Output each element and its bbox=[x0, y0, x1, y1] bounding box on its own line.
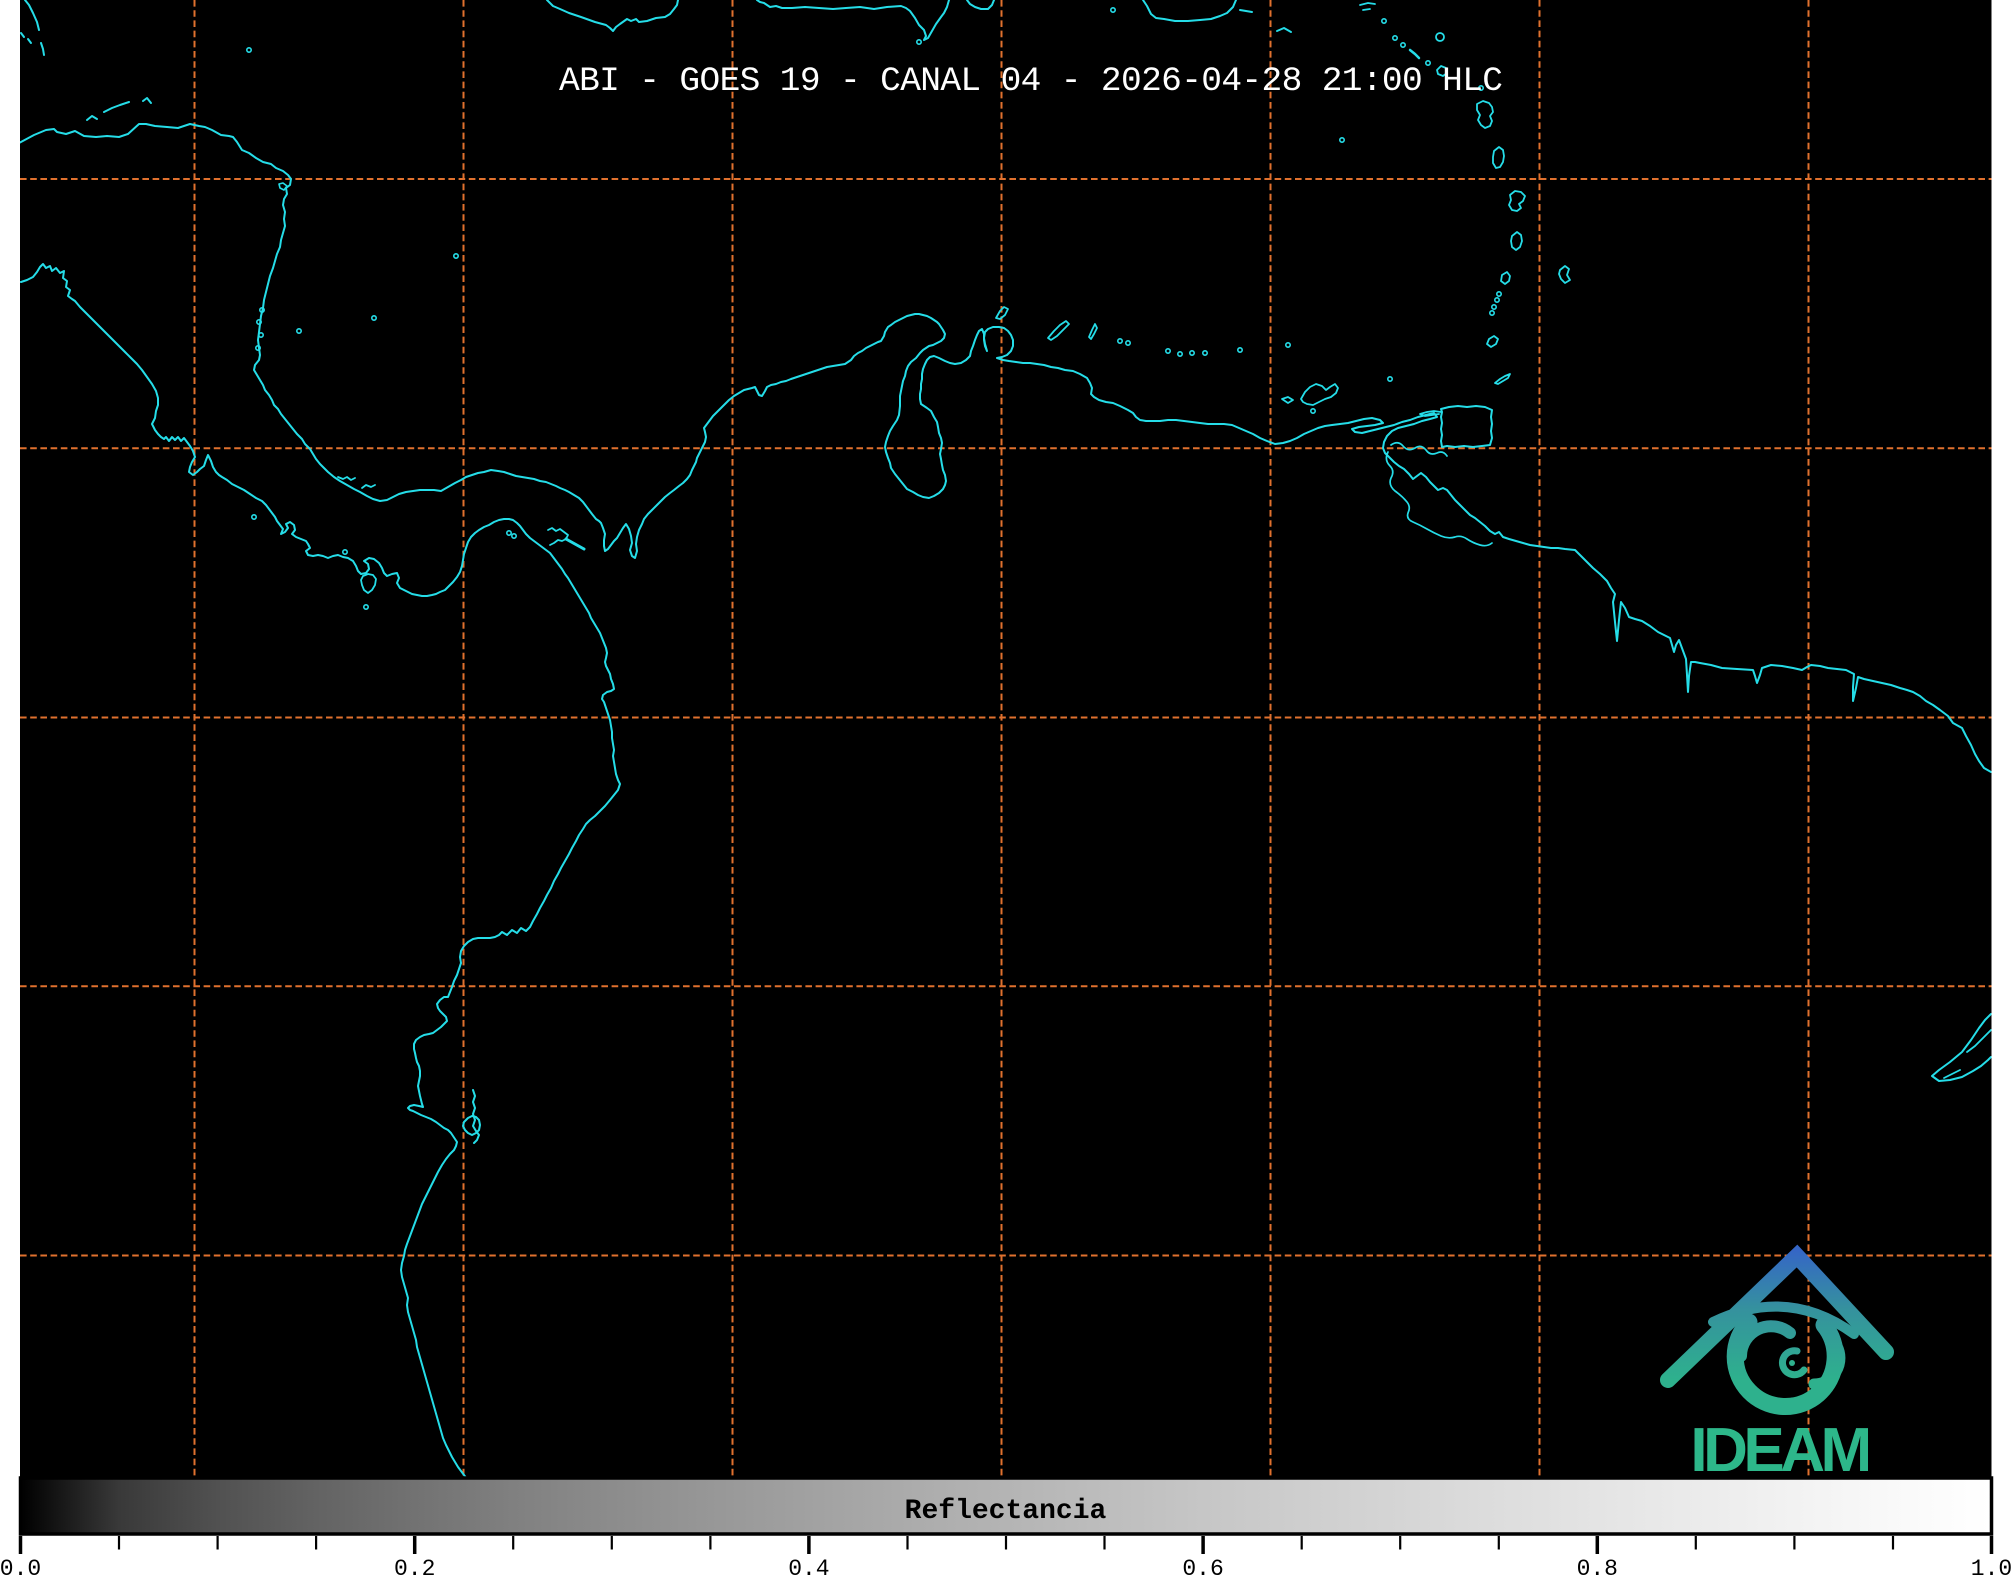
svg-text:ABI - GOES 19 - CANAL 04 - 202: ABI - GOES 19 - CANAL 04 - 2026-04-28 21… bbox=[559, 62, 1503, 101]
svg-text:0.2: 0.2 bbox=[394, 1556, 435, 1577]
svg-text:IDEAM: IDEAM bbox=[1690, 1416, 1868, 1485]
svg-text:0.8: 0.8 bbox=[1577, 1556, 1618, 1577]
svg-text:0.4: 0.4 bbox=[788, 1556, 829, 1577]
svg-text:0.0: 0.0 bbox=[0, 1556, 41, 1577]
svg-text:0.6: 0.6 bbox=[1182, 1556, 1223, 1577]
svg-text:Reflectancia: Reflectancia bbox=[905, 1496, 1107, 1527]
svg-text:1.0: 1.0 bbox=[1971, 1556, 2011, 1577]
